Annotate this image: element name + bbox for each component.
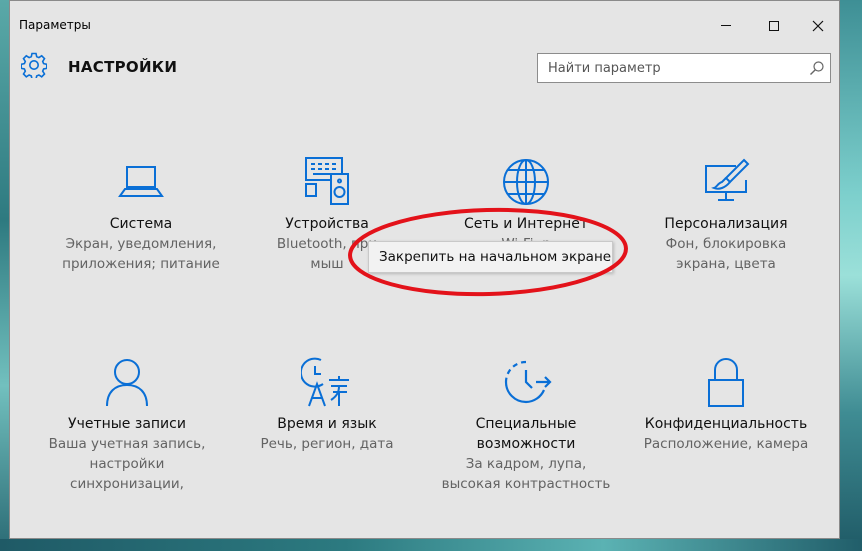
tile-title: Конфиденциальность: [644, 416, 808, 432]
tile-subtitle: Фон, блокировка экрана, цвета: [665, 236, 787, 272]
tile-privacy[interactable]: Конфиденциальность Расположение, камера: [626, 356, 826, 454]
context-menu-pin-to-start[interactable]: Закрепить на начальном экране: [368, 241, 613, 273]
lock-icon: [708, 358, 744, 407]
desktop-background-left: [0, 0, 9, 551]
tile-subtitle: Расположение, камера: [643, 436, 809, 452]
window-title: Параметры: [19, 18, 91, 32]
tile-subtitle: Экран, уведомления, приложения; питание: [62, 236, 220, 272]
tile-subtitle: Речь, регион, дата: [260, 436, 394, 452]
close-icon: [812, 20, 824, 31]
globe-icon: [503, 159, 549, 205]
search-input[interactable]: [538, 54, 803, 82]
tile-title: Учетные записи: [68, 416, 186, 432]
person-icon: [106, 359, 148, 407]
settings-header: НАСТРОЙКИ: [10, 50, 839, 86]
title-bar[interactable]: Параметры: [10, 1, 839, 50]
tile-personalization[interactable]: Персонализация Фон, блокировка экрана, ц…: [626, 156, 826, 274]
search-box[interactable]: [537, 53, 831, 83]
page-title: НАСТРОЙКИ: [68, 58, 178, 76]
desktop-background-bottom: [0, 539, 862, 551]
time-language-icon: [301, 357, 349, 407]
tile-title: Специальные возможности: [475, 416, 577, 452]
tile-title: Персонализация: [664, 216, 788, 232]
desktop-background-right: [840, 0, 862, 551]
tile-time-language[interactable]: Время и язык Речь, регион, дата: [227, 356, 427, 454]
tile-subtitle: За кадром, лупа, высокая контрастность: [441, 456, 611, 492]
tile-title: Сеть и Интернет: [464, 216, 588, 232]
maximize-button[interactable]: [751, 1, 797, 50]
settings-window: Параметры НАСТРОЙКИ Найти параметр Систе…: [9, 0, 840, 539]
gear-icon: [21, 52, 47, 78]
minimize-icon: [721, 25, 731, 26]
tile-accounts[interactable]: Учетные записи Ваша учетная запись, наст…: [27, 356, 227, 494]
tile-accessibility[interactable]: Специальные возможности За кадром, лупа,…: [426, 356, 626, 494]
laptop-icon: [118, 166, 164, 197]
personalization-icon: [705, 158, 750, 201]
tile-subtitle: Ваша учетная запись, настройки синхрониз…: [48, 436, 206, 492]
tile-title: Система: [109, 216, 173, 232]
maximize-icon: [769, 20, 779, 31]
tile-network[interactable]: Сеть и Интернет Wi-Fi, р: [426, 156, 626, 254]
devices-icon: [305, 157, 349, 205]
minimize-button[interactable]: [703, 1, 749, 50]
search-icon[interactable]: [809, 60, 825, 76]
tile-system[interactable]: Система Экран, уведомления, приложения; …: [41, 156, 241, 274]
close-button[interactable]: [795, 1, 841, 50]
tile-title: Время и язык: [277, 416, 377, 432]
tile-title: Устройства: [285, 216, 369, 232]
accessibility-icon: [504, 360, 552, 404]
